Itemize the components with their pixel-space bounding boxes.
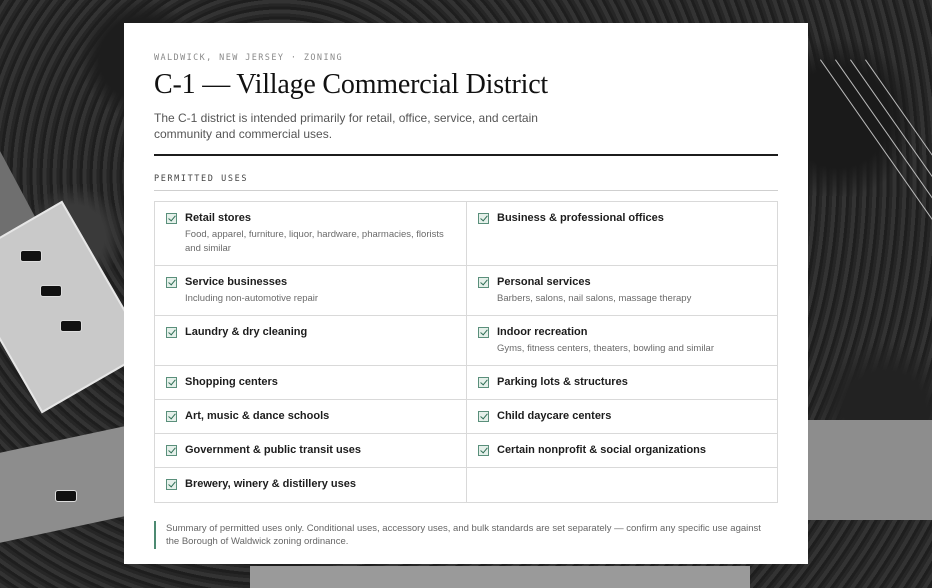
railroad-track <box>820 59 932 355</box>
section-label-permitted-uses: PERMITTED USES <box>154 174 778 191</box>
zoning-card: WALDWICK, NEW JERSEY · ZONING C-1 — Vill… <box>124 23 808 564</box>
car <box>40 285 62 297</box>
use-description: Barbers, salons, nail salons, massage th… <box>497 293 692 304</box>
use-name: Child daycare centers <box>497 410 612 422</box>
permitted-uses-grid: Retail stores Food, apparel, furniture, … <box>154 201 778 503</box>
page-title: C-1 — Village Commercial District <box>154 69 549 100</box>
use-name: Service businesses <box>185 276 288 288</box>
car <box>60 320 82 332</box>
use-item: Business & professional offices <box>467 202 778 266</box>
checkbox-checked-icon <box>478 445 489 456</box>
road <box>0 422 140 548</box>
checkbox-checked-icon <box>166 327 177 338</box>
railroad-track <box>850 59 932 355</box>
footnote: Summary of permitted uses only. Conditio… <box>154 521 766 549</box>
checkbox-checked-icon <box>166 213 177 224</box>
use-item: Brewery, winery & distillery uses <box>155 468 467 502</box>
use-name: Shopping centers <box>185 376 278 388</box>
use-item: Art, music & dance schools <box>155 400 467 434</box>
use-item: Certain nonprofit & social organizations <box>467 434 778 468</box>
use-name: Certain nonprofit & social organizations <box>497 444 707 456</box>
use-item: Parking lots & structures <box>467 366 778 400</box>
use-item: Retail stores Food, apparel, furniture, … <box>155 202 467 266</box>
use-name: Retail stores <box>185 212 252 224</box>
checkbox-checked-icon <box>166 411 177 422</box>
use-item: Service businesses Including non-automot… <box>155 266 467 316</box>
checkbox-checked-icon <box>166 445 177 456</box>
road <box>808 420 932 520</box>
use-description: Food, apparel, furniture, liquor, hardwa… <box>185 229 444 254</box>
use-item: Personal services Barbers, salons, nail … <box>467 266 778 316</box>
use-item: Government & public transit uses <box>155 434 467 468</box>
railroad-track <box>835 59 932 355</box>
road <box>250 566 750 588</box>
use-name: Parking lots & structures <box>497 376 628 388</box>
checkbox-checked-icon <box>478 277 489 288</box>
use-description: Including non-automotive repair <box>185 293 319 304</box>
checkbox-checked-icon <box>478 327 489 338</box>
use-name: Business & professional offices <box>497 212 664 224</box>
use-item: Laundry & dry cleaning <box>155 316 467 366</box>
use-name: Art, music & dance schools <box>185 410 330 422</box>
use-item: Child daycare centers <box>467 400 778 434</box>
car <box>55 490 77 502</box>
checkbox-checked-icon <box>478 411 489 422</box>
use-description: Gyms, fitness centers, theaters, bowling… <box>497 343 715 354</box>
empty-cell <box>467 468 778 502</box>
checkbox-checked-icon <box>166 377 177 388</box>
checkbox-checked-icon <box>478 213 489 224</box>
use-name: Laundry & dry cleaning <box>185 326 308 338</box>
car <box>20 250 42 262</box>
use-item: Indoor recreation Gyms, fitness centers,… <box>467 316 778 366</box>
use-item: Shopping centers <box>155 366 467 400</box>
use-name: Government & public transit uses <box>185 444 362 456</box>
use-name: Personal services <box>497 276 591 288</box>
use-name: Brewery, winery & distillery uses <box>185 478 356 490</box>
breadcrumb: WALDWICK, NEW JERSEY · ZONING <box>154 53 344 63</box>
divider <box>154 154 778 156</box>
railroad-track <box>865 59 932 355</box>
checkbox-checked-icon <box>478 377 489 388</box>
checkbox-checked-icon <box>166 479 177 490</box>
use-name: Indoor recreation <box>497 326 588 338</box>
district-intro: The C-1 district is intended primarily f… <box>154 111 538 141</box>
checkbox-checked-icon <box>166 277 177 288</box>
